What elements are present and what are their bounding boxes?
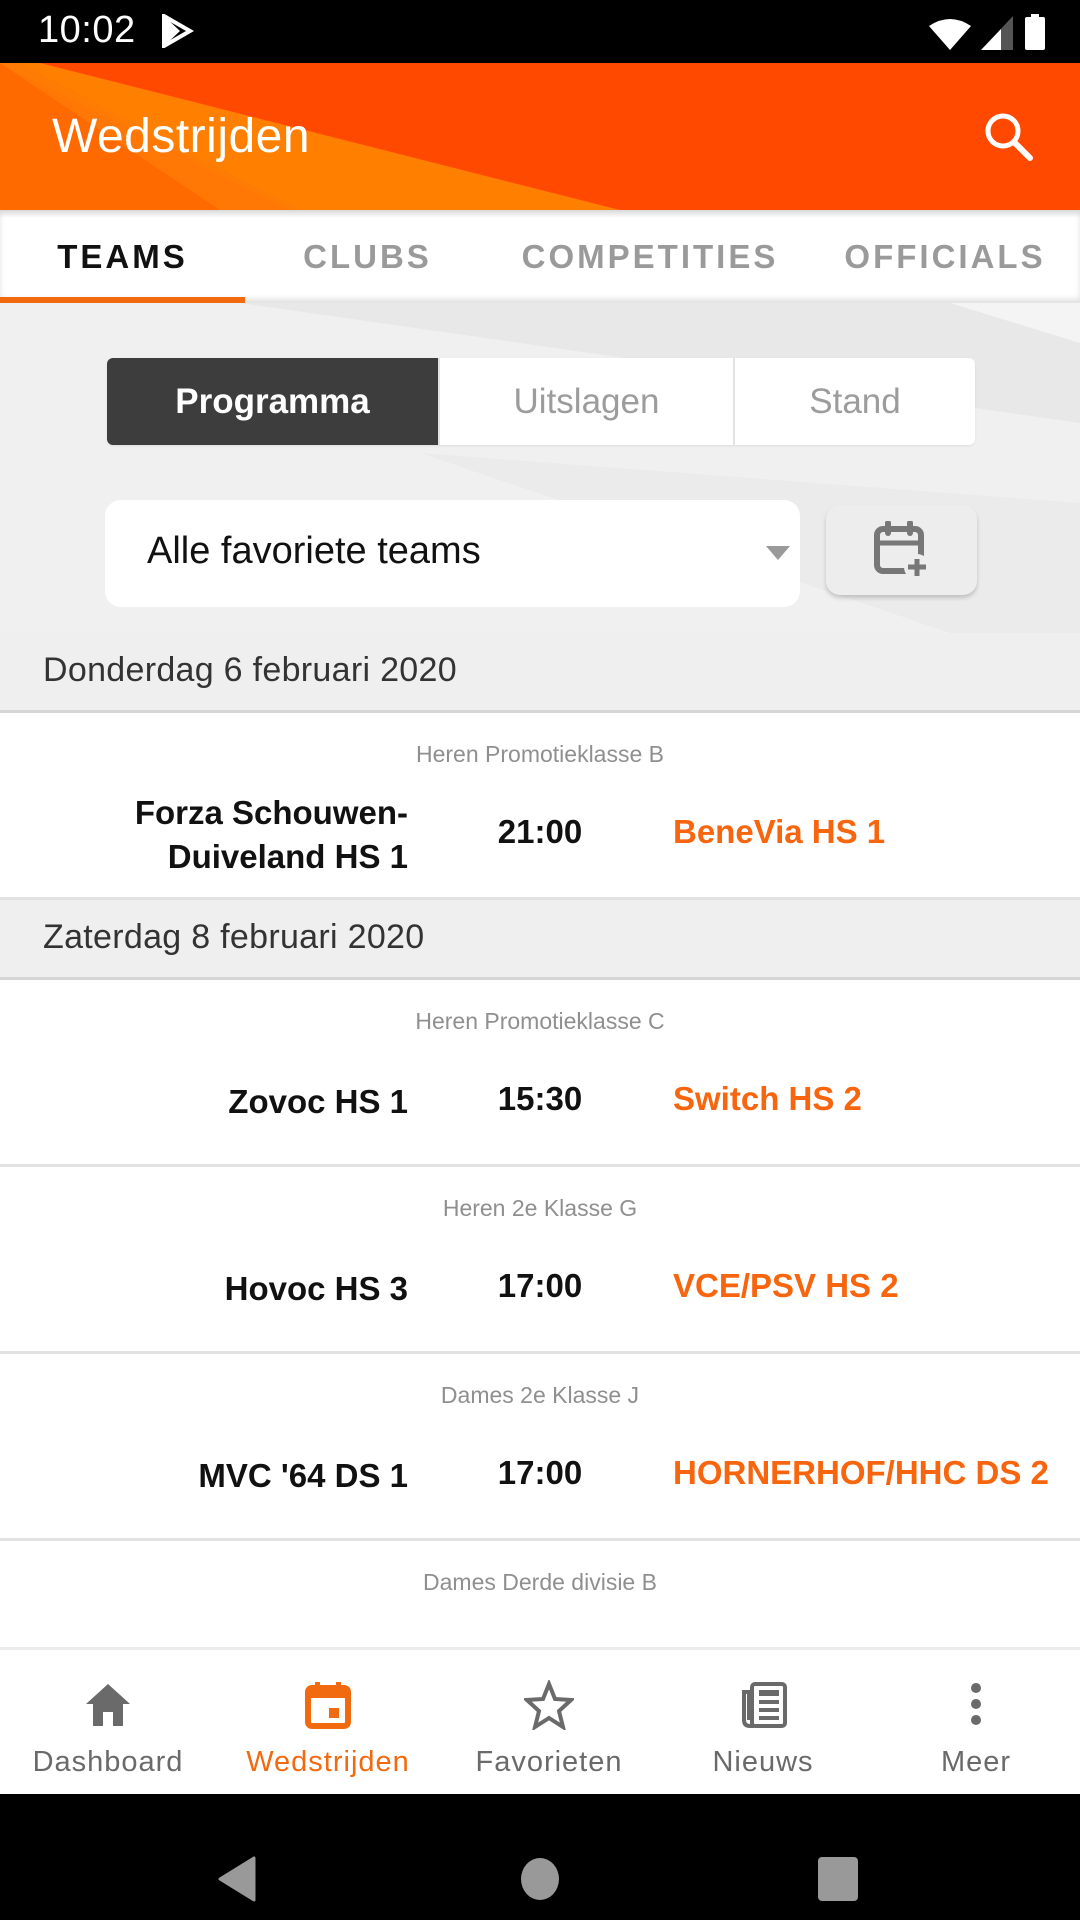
nav-dashboard-label: Dashboard [32, 1746, 184, 1778]
match-row[interactable]: Heren Promotieklasse B Forza Schouwen- D… [0, 713, 1080, 900]
league-label: Dames Derde divisie B [423, 1569, 657, 1595]
nav-wedstrijden-label: Wedstrijden [246, 1746, 410, 1778]
tab-competities[interactable]: COMPETITIES [500, 210, 800, 303]
nav-nieuws-label: Nieuws [712, 1746, 814, 1778]
match-time: 21:00 [497, 813, 583, 850]
date-header-label: Zaterdag 8 februari 2020 [43, 918, 425, 956]
newspaper-icon [742, 1682, 787, 1728]
status-bar: 10:02 [0, 0, 1080, 63]
segment-programma[interactable]: Programma [107, 358, 440, 445]
app-bar: Wedstrijden [0, 63, 1080, 210]
calendar-plus-icon [873, 521, 930, 579]
home-team-line-2: Duiveland HS 1 [167, 838, 408, 875]
home-circle-icon[interactable] [520, 1856, 560, 1902]
home-team: Hovoc HS 3 [224, 1270, 408, 1307]
home-icon [86, 1684, 130, 1726]
tab-teams[interactable]: TEAMS [0, 210, 245, 303]
nav-dashboard[interactable]: Dashboard [0, 1650, 216, 1797]
search-icon[interactable] [980, 108, 1036, 164]
date-header: Zaterdag 8 februari 2020 [0, 900, 1080, 980]
star-icon [524, 1680, 574, 1730]
more-vert-icon [971, 1683, 981, 1725]
status-time: 10:02 [38, 9, 136, 51]
team-filter-value: Alle favoriete teams [147, 530, 481, 572]
away-team: BeneVia HS 1 [673, 813, 886, 850]
back-icon[interactable] [218, 1856, 258, 1902]
date-header: Donderdag 6 februari 2020 [0, 633, 1080, 713]
away-team: Switch HS 2 [673, 1080, 862, 1117]
tab-officials[interactable]: OFFICIALS [810, 210, 1080, 303]
home-team-line-1: Forza Schouwen- [134, 794, 408, 831]
home-team: Zovoc HS 1 [228, 1083, 408, 1120]
wifi-icon [929, 19, 971, 50]
team-filter-dropdown[interactable]: Alle favoriete teams [105, 500, 800, 607]
home-team: Forza Schouwen- Duiveland HS 1 [48, 791, 408, 879]
page-title: Wedstrijden [52, 110, 311, 163]
segment-uitslagen[interactable]: Uitslagen [440, 358, 735, 445]
match-time: 17:00 [497, 1267, 583, 1304]
match-row[interactable]: Dames Derde divisie B [0, 1541, 1080, 1647]
match-row[interactable]: Dames 2e Klasse J MVC '64 DS 1 17:00 HOR… [0, 1354, 1080, 1541]
tab-bar: TEAMS CLUBS COMPETITIES OFFICIALS [0, 210, 1080, 303]
nav-wedstrijden[interactable]: Wedstrijden [220, 1650, 436, 1797]
nav-meer-label: Meer [940, 1746, 1012, 1778]
league-label: Heren Promotieklasse B [416, 741, 664, 767]
add-to-calendar-button[interactable] [826, 505, 977, 595]
battery-icon [1025, 14, 1045, 50]
match-row[interactable]: Heren 2e Klasse G Hovoc HS 3 17:00 VCE/P… [0, 1167, 1080, 1354]
nav-meer[interactable]: Meer [868, 1650, 1080, 1797]
nav-favorieten[interactable]: Favorieten [441, 1650, 657, 1797]
date-header-label: Donderdag 6 februari 2020 [43, 651, 457, 689]
dropdown-arrow-icon [766, 546, 790, 560]
system-navigation-bar [0, 1794, 1080, 1920]
away-team: HORNERHOF/HHC DS 2 [673, 1454, 1049, 1491]
match-list[interactable]: Donderdag 6 februari 2020 Heren Promotie… [0, 633, 1080, 1647]
nav-nieuws[interactable]: Nieuws [655, 1650, 871, 1797]
match-row[interactable]: Heren Promotieklasse C Zovoc HS 1 15:30 … [0, 980, 1080, 1167]
recents-icon[interactable] [817, 1856, 859, 1902]
tab-clubs[interactable]: CLUBS [245, 210, 490, 303]
view-segmented-control: Programma Uitslagen Stand [107, 358, 975, 445]
league-label: Dames 2e Klasse J [440, 1382, 640, 1408]
nav-favorieten-label: Favorieten [475, 1746, 623, 1778]
play-store-icon [162, 14, 194, 48]
segment-stand[interactable]: Stand [735, 358, 975, 445]
match-time: 15:30 [497, 1080, 583, 1117]
filter-area: Programma Uitslagen Stand Alle favoriete… [0, 303, 1080, 633]
match-time: 17:00 [497, 1454, 583, 1491]
calendar-icon [305, 1682, 351, 1729]
signal-icon [981, 16, 1013, 50]
home-team: MVC '64 DS 1 [198, 1457, 408, 1494]
league-label: Heren 2e Klasse G [442, 1195, 638, 1221]
bottom-navigation: Dashboard Wedstrijden Favorieten Nieuws [0, 1647, 1080, 1794]
league-label: Heren Promotieklasse C [415, 1008, 665, 1034]
away-team: VCE/PSV HS 2 [673, 1267, 899, 1304]
